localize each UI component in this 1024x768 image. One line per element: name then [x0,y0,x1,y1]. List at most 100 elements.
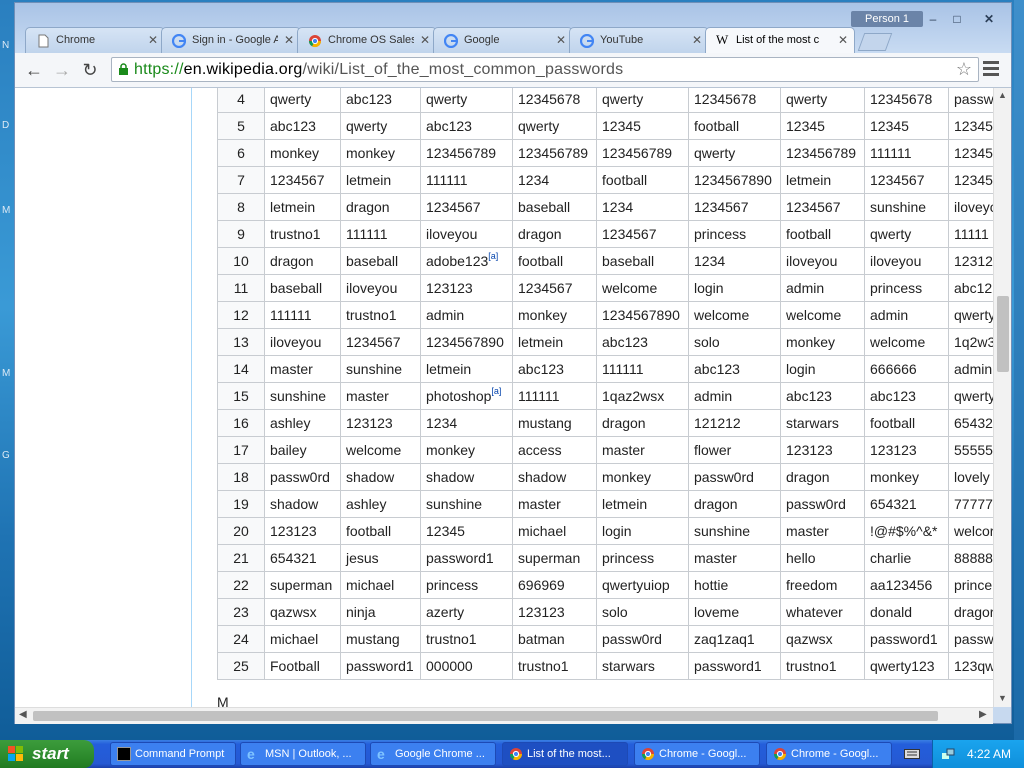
password-cell: trustno1 [420,625,513,653]
close-tab-icon[interactable]: ✕ [838,28,848,53]
cell-text: 14 [233,361,249,377]
cell-text: monkey [870,469,920,485]
close-window-button[interactable]: ✕ [977,11,1001,27]
taskbar-item-google-chrome[interactable]: e Google Chrome ... [370,742,496,766]
cell-text: mustang [346,631,400,647]
cell-text: superman [518,550,581,566]
cell-text: letmein [518,334,564,350]
horizontal-scroll-thumb[interactable] [33,711,938,721]
cell-text: starwars [786,415,839,431]
close-tab-icon[interactable]: ✕ [692,28,702,53]
cell-text: qwerty [954,388,996,404]
minimize-button[interactable]: – [921,11,945,27]
cell-text: solo [694,334,720,350]
cell-text: ninja [346,604,376,620]
horizontal-scrollbar[interactable]: ◀ ▶ [15,707,993,724]
cell-text: welcome [786,307,842,323]
password-cell: passw0rd [780,490,865,518]
desktop-letter: M [2,368,11,379]
password-cell: 111111 [340,220,421,248]
cell-text: 88888 [954,550,993,566]
start-button[interactable]: start [0,740,94,768]
vertical-scroll-thumb[interactable] [997,296,1009,372]
password-cell: 1234567 [420,193,513,221]
taskbar-item-label: Chrome - Googl... [791,748,879,760]
scroll-left-icon[interactable]: ◀ [19,709,27,720]
vertical-scrollbar[interactable]: ▲ ▼ [993,88,1011,707]
keyboard-icon[interactable] [904,747,920,761]
network-icon[interactable] [941,747,955,761]
password-cell: passw0rd [596,625,689,653]
url-text: https://en.wikipedia.org/wiki/List_of_th… [134,61,623,79]
cell-text: starwars [602,658,655,674]
maximize-button[interactable]: □ [945,11,969,27]
profile-button[interactable]: Person 1 [851,11,923,27]
ie-icon: e [247,746,255,762]
password-cell: iloveyou [420,220,513,248]
cell-text: 1234567 [426,199,481,215]
cell-text: 25 [233,658,249,674]
password-cell: abc123 [512,355,597,383]
close-tab-icon[interactable]: ✕ [284,28,294,53]
cell-text: admin [426,307,465,323]
rank-cell: 8 [217,193,265,221]
close-tab-icon[interactable]: ✕ [556,28,566,53]
taskbar-item-chrome-2[interactable]: Chrome - Googl... [766,742,892,766]
tab-chrome[interactable]: Chrome ✕ [25,27,165,53]
cell-text: 12345 [954,145,993,161]
password-cell: freedom [780,571,865,599]
password-cell: 123456789 [420,139,513,167]
cell-text: batman [518,631,565,647]
password-cell: 654321 [264,544,341,572]
cell-text: letmein [270,199,316,215]
close-tab-icon[interactable]: ✕ [148,28,158,53]
tab-youtube[interactable]: YouTube ✕ [569,27,709,53]
cell-text: 12312 [954,253,993,269]
address-bar[interactable]: https://en.wikipedia.org/wiki/List_of_th… [111,57,979,82]
cell-text: 20 [233,523,249,539]
cell-text: letmein [786,172,832,188]
table-row: 6 monkey monkey 123456789 123456789 123456789… [217,139,1009,167]
cell-text: dragon [346,199,390,215]
tab-chrome-os-sales[interactable]: Chrome OS Sales ✕ [297,27,437,53]
cell-text: 55555 [954,442,993,458]
rank-cell: 9 [217,220,265,248]
password-cell: whatever [780,598,865,626]
cell-text: qazwsx [786,631,833,647]
scroll-down-icon[interactable]: ▼ [998,693,1007,703]
close-tab-icon[interactable]: ✕ [420,28,430,53]
cell-text: 123123 [346,415,393,431]
footnote-link[interactable]: [a] [491,386,501,396]
taskbar-item-msn[interactable]: e MSN | Outlook, ... [240,742,366,766]
password-cell: welcome [780,301,865,329]
scroll-right-icon[interactable]: ▶ [979,709,987,720]
scroll-up-icon[interactable]: ▲ [998,90,1007,100]
windows-flag-icon [8,746,23,761]
cell-text: master [518,496,561,512]
bookmark-star-icon[interactable]: ☆ [956,59,972,80]
forward-button[interactable]: → [51,59,73,81]
taskbar-item-chrome-1[interactable]: Chrome - Googl... [634,742,760,766]
taskbar-item-command-prompt[interactable]: Command Prompt [110,742,236,766]
table-row: 7 1234567 letmein 111111 1234 football 1234567… [217,166,1009,194]
footnote-link[interactable]: [a] [488,251,498,261]
desktop-letter: M [2,205,11,216]
password-cell: 1234567 [340,328,421,356]
rank-cell: 25 [217,652,265,680]
new-tab-button[interactable] [857,33,893,51]
menu-icon[interactable] [983,61,999,77]
tab-list-of-passwords[interactable]: W List of the most c ✕ [705,27,855,53]
taskbar-item-list-of-passwords[interactable]: List of the most... [502,742,628,766]
back-button[interactable]: ← [23,59,45,81]
tab-sign-in[interactable]: Sign in - Google A ✕ [161,27,301,53]
cell-text: master [270,361,313,377]
lock-icon [119,63,128,75]
cell-text: shadow [270,496,319,512]
cell-text: 65432 [954,415,993,431]
reload-button[interactable]: ↻ [79,59,101,81]
cell-text: qwerty [426,91,468,107]
tab-google[interactable]: Google ✕ [433,27,573,53]
password-cell: 111111 [420,166,513,194]
table-row: 13 iloveyou 1234567 1234567890 letmein abc123… [217,328,1009,356]
password-cell: 111111 [264,301,341,329]
